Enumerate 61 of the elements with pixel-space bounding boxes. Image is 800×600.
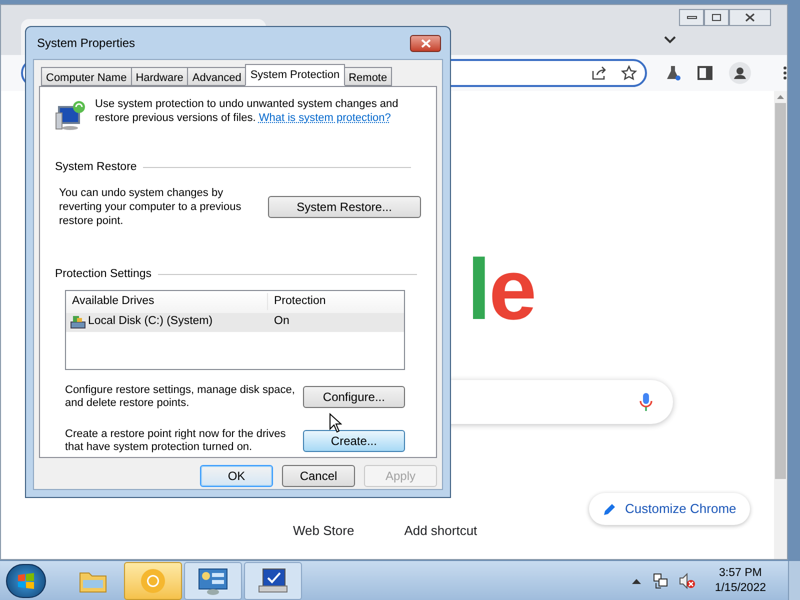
- shortcut-label[interactable]: Web Store: [293, 521, 354, 540]
- section-heading: Protection Settings: [55, 267, 152, 282]
- column-header[interactable]: Protection: [268, 292, 404, 310]
- dialog-button[interactable]: System Restore...: [268, 196, 421, 218]
- tab[interactable]: Computer Name: [41, 67, 132, 86]
- column-header[interactable]: Available Drives: [66, 292, 268, 310]
- profile-icon[interactable]: [729, 62, 751, 84]
- chevron-down-icon[interactable]: [664, 36, 676, 44]
- section-heading: System Restore: [55, 160, 137, 175]
- logo-letter: l: [467, 247, 489, 333]
- star-icon[interactable]: [621, 65, 638, 81]
- tab[interactable]: System Protection: [245, 64, 345, 86]
- control-panel-icon: [197, 566, 229, 594]
- scroll-up-icon[interactable]: [777, 95, 784, 99]
- minimize-button[interactable]: [679, 9, 704, 26]
- protection-status: On: [273, 314, 290, 330]
- drive-row[interactable]: Local Disk (C:) (System) On: [66, 312, 404, 332]
- drive-icon: [70, 315, 86, 329]
- maximize-button[interactable]: [704, 9, 729, 26]
- intro-text: Use system protection to undo unwanted system changes and restore previous versions of files. What is system protection?: [95, 97, 400, 125]
- microphone-icon[interactable]: [639, 392, 653, 412]
- computer-icon: [257, 566, 289, 594]
- volume-muted-icon[interactable]: [678, 572, 695, 588]
- pencil-icon: [603, 502, 617, 516]
- logo-letter: e: [488, 247, 535, 333]
- window-title: System Properties: [37, 35, 136, 52]
- section-text: Configure restore settings, manage disk space, and delete restore points.: [65, 384, 296, 410]
- dialog-button[interactable]: OK: [200, 465, 273, 487]
- taskbar-button[interactable]: [244, 562, 302, 600]
- customize-chrome-button[interactable]: Customize Chrome: [589, 493, 750, 525]
- help-link[interactable]: What is system protection?: [258, 112, 391, 124]
- mouse-cursor-icon: [329, 413, 342, 433]
- dialog-button[interactable]: Cancel: [282, 465, 355, 487]
- shortcut-label[interactable]: Add shortcut: [404, 521, 478, 540]
- windows-logo-icon: [17, 572, 35, 588]
- menu-icon[interactable]: [783, 66, 787, 80]
- close-button[interactable]: [729, 9, 771, 26]
- section-text: You can undo system changes by reverting your computer to a previous restore point.: [59, 186, 242, 228]
- clock-time[interactable]: 3:57 PM: [719, 566, 762, 580]
- section-text: Create a restore point right now for the drives that have system protection turned on.: [65, 428, 287, 454]
- close-icon: [420, 38, 430, 48]
- drive-name: Local Disk (C:) (System): [88, 314, 213, 330]
- taskbar-button[interactable]: [184, 562, 242, 600]
- tab[interactable]: Advanced: [187, 67, 246, 86]
- tab[interactable]: Remote: [344, 67, 392, 86]
- dialog-button[interactable]: Configure...: [302, 386, 405, 408]
- network-icon[interactable]: [652, 572, 669, 588]
- side-panel-icon[interactable]: [697, 65, 714, 81]
- start-button[interactable]: [6, 564, 46, 598]
- close-button[interactable]: [410, 34, 441, 52]
- scrollbar[interactable]: [774, 91, 787, 559]
- close-icon: [745, 13, 755, 22]
- share-icon[interactable]: [591, 65, 608, 81]
- drives-list[interactable]: Available Drives Protection Local Disk (C:) (System) On: [65, 290, 405, 370]
- browser-icon: [139, 566, 167, 594]
- system-protection-icon: [55, 99, 87, 131]
- flask-icon[interactable]: [665, 65, 682, 81]
- clock-date[interactable]: 1/15/2022: [714, 580, 766, 596]
- dialog-button[interactable]: Create...: [302, 430, 405, 452]
- tray-arrow-icon[interactable]: [632, 578, 641, 584]
- tab[interactable]: Hardware: [130, 67, 188, 86]
